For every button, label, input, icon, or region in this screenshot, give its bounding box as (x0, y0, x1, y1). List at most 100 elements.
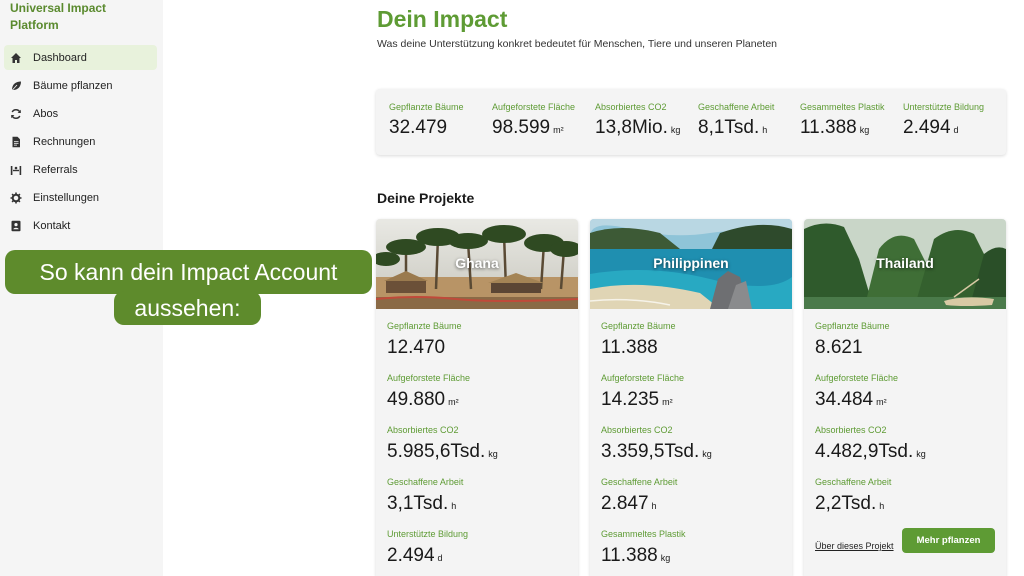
metric-label: Gesammeltes Plastik (601, 529, 686, 539)
about-project-link[interactable]: Über dieses Projekt (815, 541, 894, 551)
stat-label: Aufgeforstete Fläche (492, 102, 576, 112)
brand-logo-text[interactable]: Universal Impact Platform (10, 0, 150, 34)
metric-unit: kg (660, 553, 671, 563)
sidebar-item-label: Abos (33, 107, 59, 120)
stat-unit: kg (670, 125, 681, 135)
metric-value-wrap: 12.470 (387, 337, 462, 359)
metric-value-wrap: 3.359,5Tsd. kg (601, 441, 712, 463)
stat-unit: kg (859, 125, 870, 135)
stat-value: 2.494 (903, 117, 951, 138)
metric-value-wrap: 49.880 m² (387, 389, 470, 411)
sidebar-item-abos[interactable]: Abos (4, 101, 157, 126)
metric: Geschaffene Arbeit 2.847 h (601, 477, 677, 515)
stat-value-wrap: 13,8Mio. kg (595, 117, 680, 139)
sidebar-item-einstellungen[interactable]: Einstellungen (4, 185, 157, 210)
callout-line-2: aussehen: (134, 295, 241, 321)
metric-label: Aufgeforstete Fläche (387, 373, 471, 383)
sidebar-item-baeume-pflanzen[interactable]: Bäume pflanzen (4, 73, 157, 98)
metric-value: 2,2Tsd. (815, 493, 877, 514)
sidebar-item-label: Referrals (33, 163, 78, 176)
metric-value-wrap: 5.985,6Tsd. kg (387, 441, 498, 463)
metric: Geschaffene Arbeit 3,1Tsd. h (387, 477, 463, 515)
callout-line-1: So kann dein Impact Account (39, 259, 338, 285)
stat-value: 32.479 (389, 117, 448, 138)
projects-heading: Deine Projekte (377, 190, 475, 206)
metric-unit: m² (662, 397, 673, 407)
sidebar-item-kontakt[interactable]: Kontakt (4, 213, 157, 238)
metric-value: 12.470 (387, 337, 446, 358)
metric-unit: m² (448, 397, 459, 407)
stat-label: Geschaffene Arbeit (698, 102, 775, 112)
metric: Gepflanzte Bäume 12.470 (387, 321, 462, 359)
metric: Absorbiertes CO2 5.985,6Tsd. kg (387, 425, 498, 463)
metric-value-wrap: 34.484 m² (815, 389, 898, 411)
metric-value: 11.388 (601, 545, 658, 566)
project-card-thailand[interactable]: Thailand Gepflanzte Bäume 8.621 Aufgefor… (804, 219, 1006, 576)
project-card-ghana[interactable]: Ghana Gepflanzte Bäume 12.470 Aufgeforst… (376, 219, 578, 576)
metric-unit: d (437, 553, 443, 563)
sidebar-item-rechnungen[interactable]: Rechnungen (4, 129, 157, 154)
sidebar-item-label: Kontakt (33, 219, 71, 232)
metric-unit: kg (488, 449, 498, 459)
metric-value: 2.494 (387, 545, 435, 566)
metric: Unterstützte Bildung 2.494 d (387, 529, 468, 567)
metric-label: Absorbiertes CO2 (601, 425, 673, 435)
stat-unit: h (762, 125, 768, 135)
impact-summary-card: Gepflanzte Bäume 32.479 Aufgeforstete Fl… (376, 89, 1006, 155)
metric: Aufgeforstete Fläche 49.880 m² (387, 373, 470, 411)
stat-value-wrap: 11.388 kg (800, 117, 885, 139)
metric-value: 34.484 (815, 389, 874, 410)
metric-unit: kg (702, 449, 712, 459)
project-image-thailand: Thailand (804, 219, 1006, 309)
metric-unit: m² (876, 397, 887, 407)
metric: Gesammeltes Plastik 11.388 kg (601, 529, 686, 567)
stat-absorbiertes-co2: Absorbiertes CO2 13,8Mio. kg (595, 102, 680, 139)
metric-label: Geschaffene Arbeit (387, 477, 464, 487)
metric-value-wrap: 2.847 h (601, 493, 677, 515)
stat-gepflanzte-baeume: Gepflanzte Bäume 32.479 (389, 102, 464, 139)
sidebar-item-referrals[interactable]: Referrals (4, 157, 157, 182)
sidebar-item-dashboard[interactable]: Dashboard (4, 45, 157, 70)
callout-text: So kann dein Impact Account aussehen: (5, 250, 372, 325)
stat-value: 98.599 (492, 117, 551, 138)
metric: Gepflanzte Bäume 8.621 (815, 321, 890, 359)
metric-value-wrap: 3,1Tsd. h (387, 493, 463, 515)
document-icon (10, 136, 22, 148)
stat-unterstuetzte-bildung: Unterstützte Bildung 2.494 d (903, 102, 984, 139)
sidebar-item-label: Bäume pflanzen (33, 79, 113, 92)
metric-value: 3.359,5Tsd. (601, 441, 700, 462)
project-card-philippinen[interactable]: Philippinen Gepflanzte Bäume 11.388 Aufg… (590, 219, 792, 576)
metric-value-wrap: 11.388 kg (601, 545, 686, 567)
metric-value-wrap: 2.494 d (387, 545, 468, 567)
metric-unit: h (451, 501, 457, 511)
stat-value: 8,1Tsd. (698, 117, 760, 138)
stat-label: Gepflanzte Bäume (389, 102, 464, 112)
metric: Geschaffene Arbeit 2,2Tsd. h (815, 477, 891, 515)
stat-aufgeforstete-flaeche: Aufgeforstete Fläche 98.599 m² (492, 102, 575, 139)
metric-label: Gepflanzte Bäume (601, 321, 676, 331)
stat-geschaffene-arbeit: Geschaffene Arbeit 8,1Tsd. h (698, 102, 774, 139)
sidebar-item-label: Dashboard (33, 51, 87, 64)
metric-label: Aufgeforstete Fläche (815, 373, 899, 383)
stat-value-wrap: 2.494 d (903, 117, 984, 139)
brand-line-2: Platform (10, 18, 59, 32)
metric-label: Gepflanzte Bäume (387, 321, 462, 331)
gear-icon (10, 192, 22, 204)
metric-value: 11.388 (601, 337, 658, 358)
stat-value: 11.388 (800, 117, 857, 138)
metric-label: Aufgeforstete Fläche (601, 373, 685, 383)
sidebar-item-label: Rechnungen (33, 135, 96, 148)
metric: Gepflanzte Bäume 11.388 (601, 321, 676, 359)
stat-label: Absorbiertes CO2 (595, 102, 667, 112)
metric-label: Absorbiertes CO2 (387, 425, 459, 435)
metric: Aufgeforstete Fläche 14.235 m² (601, 373, 684, 411)
project-name: Philippinen (653, 255, 729, 271)
stat-gesammeltes-plastik: Gesammeltes Plastik 11.388 kg (800, 102, 885, 139)
mehr-pflanzen-button[interactable]: Mehr pflanzen (902, 528, 995, 553)
metric-label: Gepflanzte Bäume (815, 321, 890, 331)
page-subtitle: Was deine Unterstützung konkret bedeutet… (377, 38, 778, 50)
metric: Absorbiertes CO2 3.359,5Tsd. kg (601, 425, 712, 463)
metric-value: 14.235 (601, 389, 660, 410)
stat-label: Gesammeltes Plastik (800, 102, 885, 112)
stat-unit: d (953, 125, 959, 135)
